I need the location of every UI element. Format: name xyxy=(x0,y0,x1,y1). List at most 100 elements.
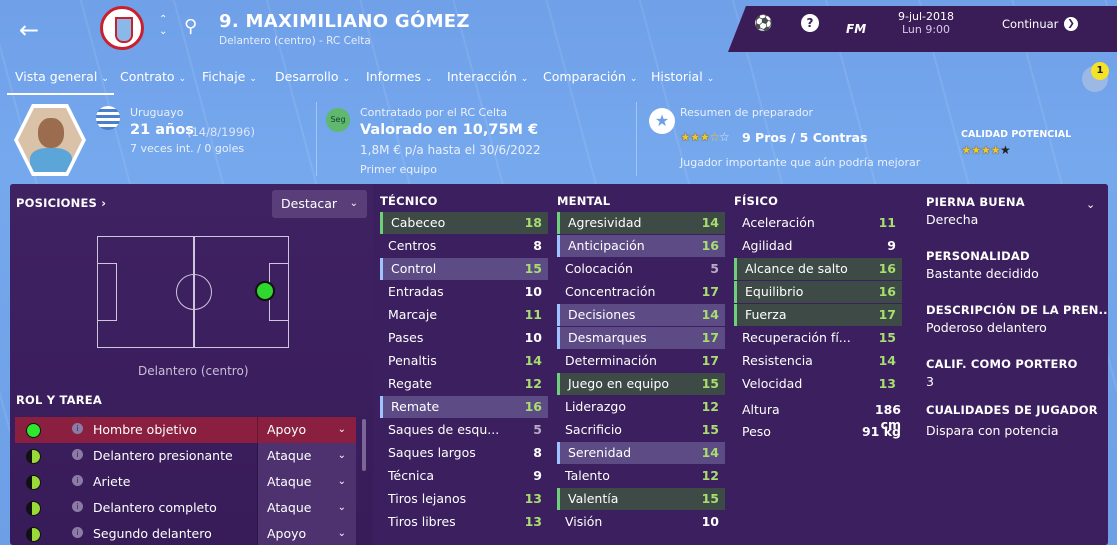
back-arrow-icon[interactable]: ← xyxy=(14,16,44,46)
attribute-row[interactable]: Regate 12 xyxy=(380,373,548,395)
info-icon[interactable]: i xyxy=(72,527,83,538)
tab-interaccion[interactable]: Interacción ⌄ xyxy=(447,69,528,84)
player-trait[interactable]: Dispara con potencia xyxy=(926,423,1059,438)
player-subtitle[interactable]: Delantero (centro) - RC Celta xyxy=(219,35,371,47)
highlight-label: Destacar xyxy=(281,196,338,211)
role-row[interactable]: i Ariete Ataque ⌄ xyxy=(15,469,356,495)
attribute-row[interactable]: Sacrificio 15 xyxy=(557,419,725,441)
attribute-row[interactable]: Determinación 17 xyxy=(557,350,725,372)
positions-header[interactable]: POSICIONES › xyxy=(16,196,106,210)
roles-list: i Hombre objetivo Apoyo ⌄ i Delantero pre… xyxy=(15,417,356,545)
attribute-row[interactable]: Liderazgo 12 xyxy=(557,396,725,418)
attribute-row[interactable]: Centros 8 xyxy=(380,235,548,257)
info-icon[interactable]: i xyxy=(72,501,83,512)
striker-position-marker[interactable] xyxy=(255,281,275,301)
attribute-row[interactable]: Penaltis 14 xyxy=(380,350,548,372)
attribute-row[interactable]: Agilidad 9 xyxy=(734,235,902,257)
mental-header: MENTAL xyxy=(557,194,611,208)
prev-next-player-icon[interactable]: ⌃ ⌄ xyxy=(159,14,167,38)
attribute-row[interactable]: Saques largos 8 xyxy=(380,442,548,464)
attribute-row[interactable]: Entradas 10 xyxy=(380,281,548,303)
attribute-row[interactable]: Juego en equipo 15 xyxy=(557,373,725,395)
fm-menu-button[interactable]: FM xyxy=(846,22,866,36)
role-row[interactable]: i Delantero presionante Ataque ⌄ xyxy=(15,443,356,469)
attribute-name: Tiros lejanos xyxy=(388,491,467,506)
attribute-row[interactable]: Fuerza 17 xyxy=(734,304,902,326)
attribute-row[interactable]: Agresividad 14 xyxy=(557,212,725,234)
duty-label: Ataque xyxy=(267,500,312,515)
role-row[interactable]: i Segundo delantero Apoyo ⌄ xyxy=(15,521,356,545)
attribute-row[interactable]: Resistencia 14 xyxy=(734,350,902,372)
security-badge: Seg xyxy=(326,108,350,132)
tab-historial[interactable]: Historial ⌄ xyxy=(651,69,714,84)
attribute-row[interactable]: Concentración 17 xyxy=(557,281,725,303)
search-icon[interactable]: ⚲ xyxy=(184,16,197,37)
globe-icon[interactable]: ⚽ xyxy=(754,14,773,32)
time-text: Lun 9:00 xyxy=(901,23,951,36)
help-icon[interactable]: ? xyxy=(801,14,819,32)
attribute-row[interactable]: Velocidad 13 xyxy=(734,373,902,395)
tab-vista-general[interactable]: Vista general ⌄ xyxy=(7,69,114,95)
attribute-row[interactable]: Desmarques 17 xyxy=(557,327,725,349)
attribute-row[interactable]: Saques de esqu... 5 xyxy=(380,419,548,441)
duty-dropdown[interactable]: Ataque ⌄ xyxy=(257,495,356,521)
duty-dropdown[interactable]: Ataque ⌄ xyxy=(257,443,356,469)
chevron-down-icon: ⌄ xyxy=(424,74,433,84)
attribute-name: Serenidad xyxy=(568,445,632,460)
continue-button[interactable]: Continuar xyxy=(1002,17,1058,31)
attribute-row[interactable]: Colocación 5 xyxy=(557,258,725,280)
tab-label: Interacción xyxy=(447,69,517,84)
info-icon[interactable]: i xyxy=(72,423,83,434)
attribute-row[interactable]: Visión 10 xyxy=(557,511,725,533)
attribute-value: 17 xyxy=(701,353,719,368)
info-icon[interactable]: i xyxy=(72,449,83,460)
tab-informes[interactable]: Informes ⌄ xyxy=(366,69,433,84)
coach-pros-cons[interactable]: 9 Pros / 5 Contras xyxy=(742,130,867,145)
duty-dropdown[interactable]: Ataque ⌄ xyxy=(257,469,356,495)
attribute-row[interactable]: Serenidad 14 xyxy=(557,442,725,464)
attribute-name: Centros xyxy=(388,238,437,253)
attribute-row[interactable]: Marcaje 11 xyxy=(380,304,548,326)
attribute-name: Concentración xyxy=(565,284,656,299)
continue-arrow-icon[interactable]: ❯ xyxy=(1064,17,1078,31)
tab-desarrollo[interactable]: Desarrollo ⌄ xyxy=(275,69,350,84)
attribute-row[interactable]: Decisiones 14 xyxy=(557,304,725,326)
role-row[interactable]: i Delantero completo Ataque ⌄ xyxy=(15,495,356,521)
attribute-row[interactable]: Alcance de salto 16 xyxy=(734,258,902,280)
attribute-row[interactable]: Técnica 9 xyxy=(380,465,548,487)
attribute-row[interactable]: Talento 12 xyxy=(557,465,725,487)
attribute-row[interactable]: Aceleración 11 xyxy=(734,212,902,234)
attribute-name: Colocación xyxy=(565,261,633,276)
attribute-row[interactable]: Anticipación 16 xyxy=(557,235,725,257)
player-value: Valorado en 10,75M € xyxy=(360,122,539,138)
nationality[interactable]: Uruguayo xyxy=(130,106,183,119)
attribute-row[interactable]: Pases 10 xyxy=(380,327,548,349)
attribute-row[interactable]: Control 15 xyxy=(380,258,548,280)
club-crest-icon[interactable] xyxy=(100,6,144,50)
role-name: Ariete xyxy=(93,474,131,489)
chevron-down-icon[interactable]: ⌄ xyxy=(1086,198,1095,211)
chevron-down-icon: ⌄ xyxy=(337,528,346,539)
tab-contrato[interactable]: Contrato ⌄ xyxy=(120,69,186,84)
uruguay-flag-icon[interactable] xyxy=(96,106,120,130)
tab-comparacion[interactable]: Comparación ⌄ xyxy=(543,69,637,84)
tab-fichaje[interactable]: Fichaje ⌄ xyxy=(202,69,257,84)
role-row[interactable]: i Hombre objetivo Apoyo ⌄ xyxy=(15,417,356,443)
attribute-value: 15 xyxy=(878,330,896,345)
attribute-row[interactable]: Valentía 15 xyxy=(557,488,725,510)
attribute-row[interactable]: Recuperación fí... 15 xyxy=(734,327,902,349)
chevron-down-icon: ⌄ xyxy=(337,424,346,435)
info-icon[interactable]: i xyxy=(72,475,83,486)
attribute-row[interactable]: Remate 16 xyxy=(380,396,548,418)
attribute-row[interactable]: Tiros libres 13 xyxy=(380,511,548,533)
date-of-birth: (14/8/1996) xyxy=(187,125,255,139)
age: 21 años xyxy=(130,122,194,138)
attribute-name: Velocidad xyxy=(742,376,803,391)
roles-scrollbar[interactable] xyxy=(362,419,366,471)
highlight-dropdown[interactable]: Destacar ⌄ xyxy=(272,190,367,218)
duty-dropdown[interactable]: Apoyo ⌄ xyxy=(257,521,356,545)
duty-dropdown[interactable]: Apoyo ⌄ xyxy=(257,417,356,443)
attribute-row[interactable]: Tiros lejanos 13 xyxy=(380,488,548,510)
attribute-row[interactable]: Equilibrio 16 xyxy=(734,281,902,303)
attribute-row[interactable]: Cabeceo 18 xyxy=(380,212,548,234)
